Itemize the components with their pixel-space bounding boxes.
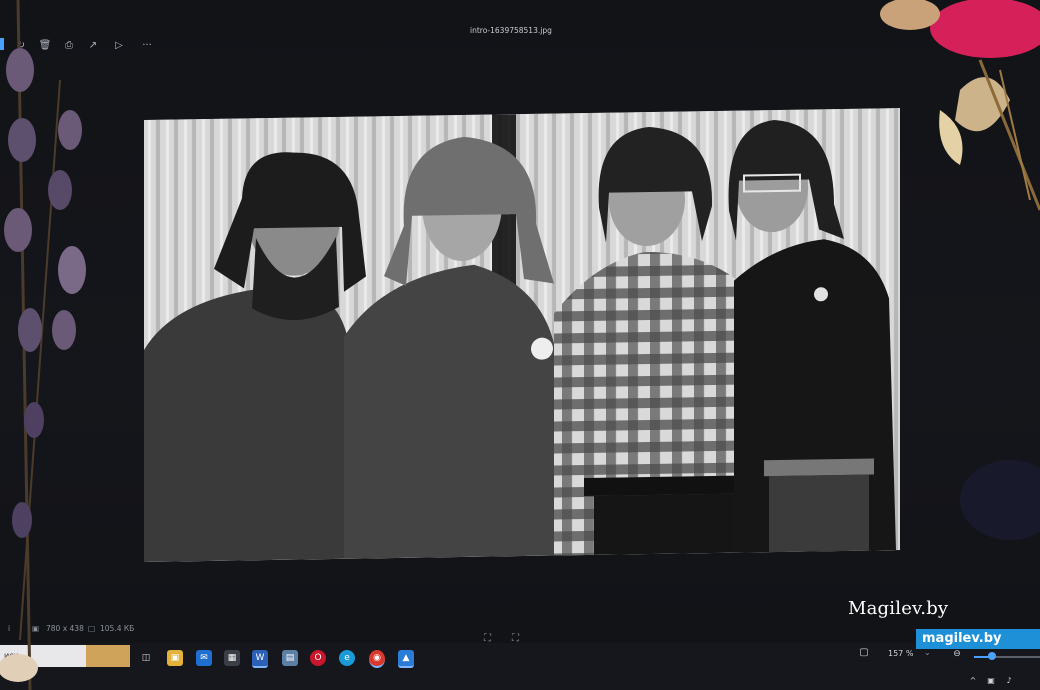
- edge-icon[interactable]: e: [339, 650, 355, 666]
- share-icon[interactable]: ↗: [86, 38, 100, 52]
- band-photo-image: [144, 108, 900, 562]
- chrome-icon[interactable]: ◉: [369, 650, 385, 668]
- file-size: 105.4 КБ: [100, 624, 135, 633]
- monitor-screen: ↻ 🗑 ⎙ ↗ ▷ ··· intro-1639758513.jpg i ▣ 7…: [0, 0, 1040, 690]
- image-size-icon: ▣: [32, 624, 40, 633]
- zoom-dropdown-icon[interactable]: ⌄: [924, 648, 931, 657]
- status-bar: i ▣ 780 x 438 □ 105.4 КБ ⛶ ⛶: [0, 618, 1040, 644]
- file-title: intro-1639758513.jpg: [470, 26, 552, 35]
- mail-icon[interactable]: ✉: [196, 650, 212, 666]
- zoom-out-icon[interactable]: ⊖: [952, 649, 962, 659]
- store-icon[interactable]: ▦: [224, 650, 240, 666]
- band-photo: [144, 108, 900, 562]
- task-view-icon[interactable]: ◫: [138, 650, 154, 666]
- search-highlight-image: [86, 645, 130, 667]
- photo-toolbar: ↻ 🗑 ⎙ ↗ ▷ ···: [0, 30, 700, 60]
- print-icon[interactable]: ⎙: [62, 38, 76, 52]
- image-dimensions: 780 x 438: [46, 624, 84, 633]
- more-button[interactable]: ···: [138, 38, 156, 52]
- watermark-badge: magilev.by: [916, 629, 1040, 649]
- taskbar: иск ◫ ▣ ✉ ▦ W ▤ O e ◉ ▲ ^ ▣ ♪: [0, 643, 1040, 690]
- zoom-slider-thumb[interactable]: [988, 652, 996, 660]
- zoom-level[interactable]: 157 %: [888, 649, 913, 658]
- rotate-icon[interactable]: ↻: [14, 38, 28, 52]
- slideshow-icon[interactable]: ▷: [112, 38, 126, 52]
- word-icon[interactable]: W: [252, 650, 268, 668]
- delete-icon[interactable]: 🗑: [38, 38, 52, 52]
- watermark-serif: Magilev.by: [848, 598, 949, 619]
- photos-icon[interactable]: ▲: [398, 650, 414, 668]
- info-icon[interactable]: i: [8, 624, 10, 633]
- notepad-icon[interactable]: ▤: [282, 650, 298, 666]
- fit-view-icon[interactable]: ▢: [858, 646, 870, 658]
- tray-up-icon[interactable]: ^: [968, 675, 978, 685]
- volume-icon[interactable]: ♪: [1004, 675, 1014, 685]
- file-explorer-icon[interactable]: ▣: [167, 650, 183, 666]
- opera-icon[interactable]: O: [310, 650, 326, 666]
- network-icon[interactable]: ▣: [986, 675, 996, 685]
- file-size-icon: □: [88, 624, 96, 633]
